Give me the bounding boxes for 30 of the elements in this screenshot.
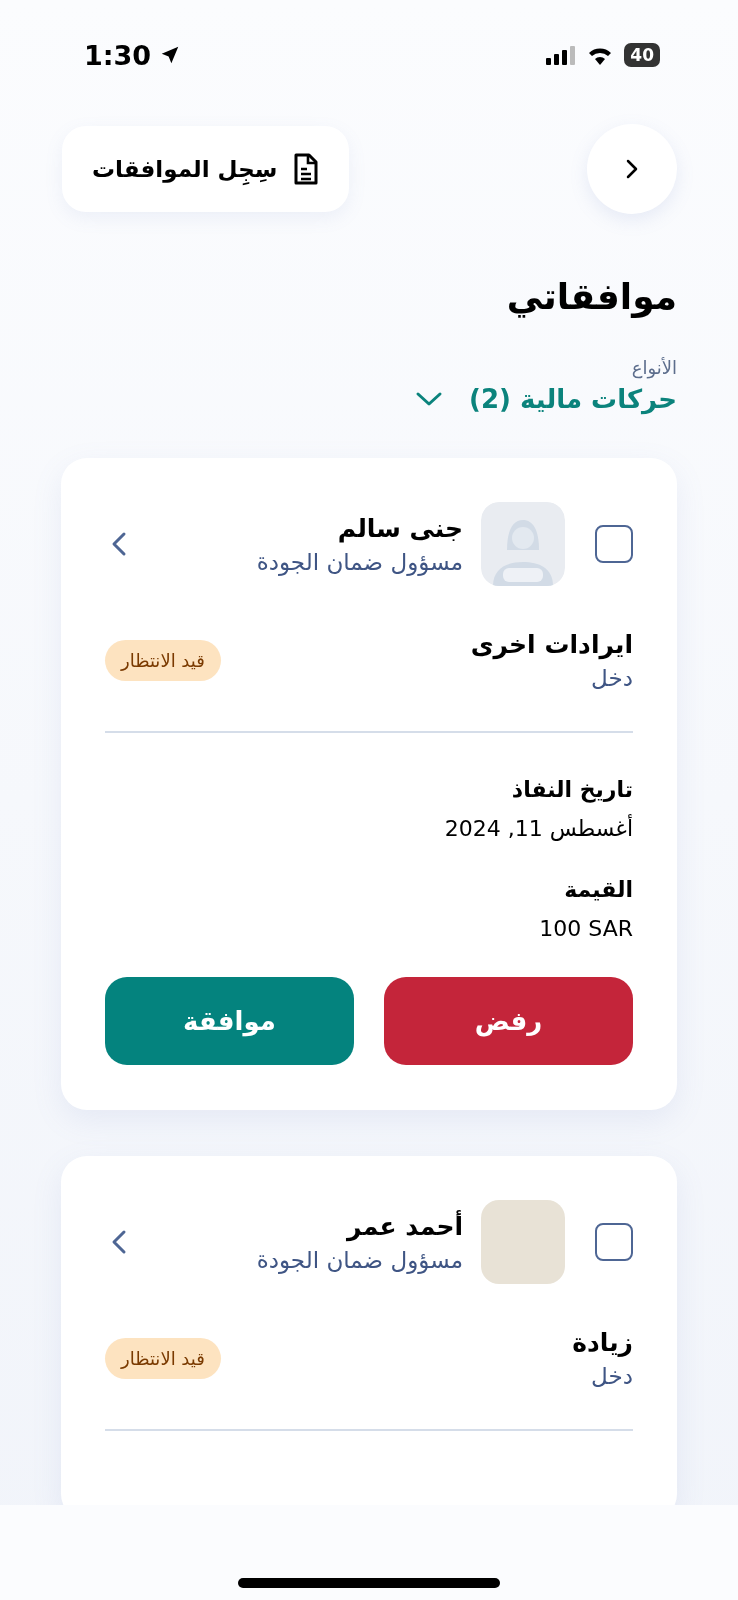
approve-button[interactable]: موافقة — [105, 977, 354, 1065]
reject-button[interactable]: رفض — [384, 977, 633, 1065]
transaction-category: دخل — [591, 1363, 633, 1389]
type-dropdown[interactable]: حركات مالية (2) — [415, 384, 677, 414]
battery-indicator: 40 — [624, 43, 660, 67]
transaction-title: زيادة — [572, 1328, 633, 1357]
chevron-right-icon — [625, 158, 639, 180]
field-label: القيمة — [564, 877, 633, 902]
status-badge: قيد الانتظار — [105, 1338, 221, 1379]
field-label: تاريخ النفاذ — [511, 777, 633, 802]
status-time: 1:30 — [84, 39, 152, 71]
select-checkbox[interactable] — [595, 1223, 633, 1261]
transaction-title: ايرادات اخرى — [470, 630, 633, 659]
chevron-left-icon[interactable] — [111, 531, 127, 557]
employee-name: أحمد عمر — [347, 1211, 463, 1241]
chevron-left-icon[interactable] — [111, 1229, 127, 1255]
employee-role: مسؤول ضمان الجودة — [256, 1246, 463, 1273]
chevron-down-icon — [415, 391, 444, 407]
approvals-history-button[interactable]: سِجِل الموافقات — [62, 126, 350, 212]
document-icon — [293, 153, 320, 185]
field-value: 100 SAR — [539, 916, 633, 941]
status-badge: قيد الانتظار — [105, 640, 221, 681]
signal-icon — [546, 45, 577, 65]
page-title: موافقاتي — [505, 276, 677, 317]
employee-name: جنى سالم — [337, 513, 463, 543]
field-value: أغسطس 11, 2024 — [444, 816, 633, 841]
transaction-category: دخل — [591, 665, 633, 691]
employee-role: مسؤول ضمان الجودة — [256, 548, 463, 575]
filter-label: الأنواع — [631, 357, 677, 378]
select-checkbox[interactable] — [595, 525, 633, 563]
